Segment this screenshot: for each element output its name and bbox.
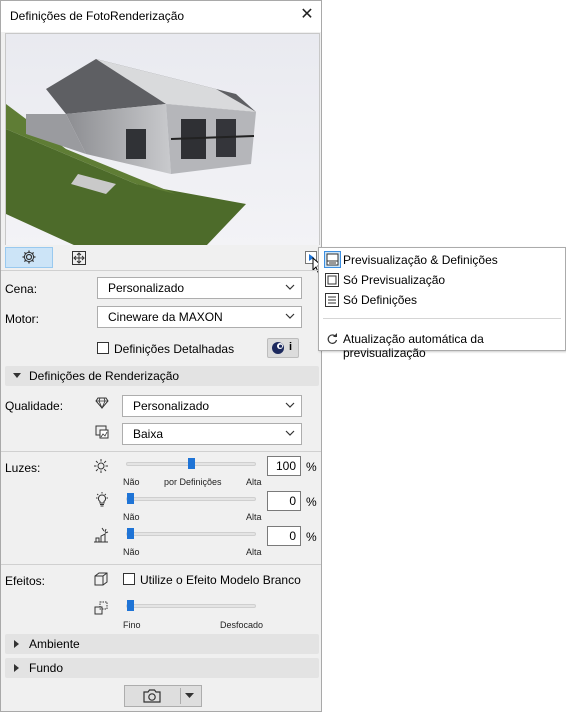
cube-icon xyxy=(94,572,108,586)
render-quality-dropdown[interactable]: Baixa xyxy=(122,423,302,445)
resize-icon xyxy=(72,251,86,265)
refresh-icon xyxy=(327,333,338,344)
menu-item-auto-update[interactable]: Atualização automática da previsualizaçã… xyxy=(323,329,563,360)
render-settings-label: Definições de Renderização xyxy=(29,369,180,383)
light-slider-min-label: Não xyxy=(123,512,140,522)
light-intensity-input[interactable]: 0 xyxy=(267,491,301,511)
glow-intensity-slider[interactable] xyxy=(126,532,256,536)
render-preview xyxy=(5,33,320,247)
title-bar: Definições de FotoRenderização ✕ xyxy=(1,1,321,32)
glow-intensity-input[interactable]: 0 xyxy=(267,526,301,546)
quality-dropdown[interactable]: Personalizado xyxy=(122,395,302,417)
scene-value: Personalizado xyxy=(108,281,185,295)
triangle-right-icon xyxy=(14,640,19,648)
chevron-down-icon[interactable] xyxy=(185,693,194,699)
engine-dropdown[interactable]: Cineware da MAXON xyxy=(97,306,302,328)
sun-icon xyxy=(94,459,108,473)
glow-intensity-unit: % xyxy=(306,530,317,544)
light-intensity-thumb[interactable] xyxy=(127,493,134,504)
info-label: i xyxy=(289,341,293,353)
menu-item-label: Só Definições xyxy=(343,293,418,307)
chevron-down-icon xyxy=(285,284,295,290)
divider xyxy=(1,270,321,271)
blur-slider[interactable] xyxy=(126,604,256,608)
window-title: Definições de FotoRenderização xyxy=(10,9,185,23)
chevron-down-icon xyxy=(285,402,295,408)
blur-slider-min-label: Fino xyxy=(123,620,141,630)
camera-icon xyxy=(143,689,161,703)
scene-dropdown[interactable]: Personalizado xyxy=(97,277,302,299)
light-intensity-unit: % xyxy=(306,495,317,509)
blur-icon xyxy=(94,601,108,615)
detailed-settings-label: Definições Detalhadas xyxy=(114,342,235,356)
tab-settings[interactable] xyxy=(5,247,53,268)
preview-and-settings-icon xyxy=(324,251,341,268)
menu-divider xyxy=(323,318,561,319)
sun-intensity-unit: % xyxy=(306,460,317,474)
menu-item-settings-only[interactable]: Só Definições xyxy=(323,290,563,310)
environment-label: Ambiente xyxy=(29,637,80,651)
close-icon[interactable]: ✕ xyxy=(297,5,317,25)
white-model-label: Utilize o Efeito Modelo Branco xyxy=(140,573,301,587)
view-options-menu: Previsualização & Definições Só Previsua… xyxy=(318,247,566,360)
preview-only-icon xyxy=(325,273,339,287)
divider xyxy=(1,451,321,452)
render-quality-value: Baixa xyxy=(133,427,164,441)
light-bulb-icon xyxy=(96,492,108,507)
divider xyxy=(180,688,181,704)
detailed-settings-checkbox[interactable] xyxy=(97,342,109,354)
render-quality-icon xyxy=(95,425,109,439)
background-label: Fundo xyxy=(29,661,64,675)
blur-slider-max-label: Desfocado xyxy=(220,620,264,630)
view-tab-bar xyxy=(1,245,324,273)
diamond-icon xyxy=(95,397,109,409)
menu-item-preview-and-settings[interactable]: Previsualização & Definições xyxy=(323,250,563,270)
chevron-down-icon xyxy=(285,313,295,319)
divider xyxy=(1,564,321,565)
lights-label: Luzes: xyxy=(5,461,41,475)
engine-info-button[interactable]: i xyxy=(267,338,299,358)
background-section-header[interactable]: Fundo xyxy=(5,658,319,678)
sun-intensity-thumb[interactable] xyxy=(188,458,195,469)
sun-slider-max-label: Alta xyxy=(246,477,262,487)
render-button[interactable] xyxy=(124,685,202,707)
render-settings-section-header[interactable]: Definições de Renderização xyxy=(5,366,319,386)
sun-slider-mid-label: por Definições xyxy=(164,477,222,487)
cinema4d-logo-icon xyxy=(272,342,284,354)
glow-intensity-thumb[interactable] xyxy=(127,528,134,539)
engine-label: Motor: xyxy=(5,312,40,326)
settings-only-icon xyxy=(325,293,339,307)
blur-thumb[interactable] xyxy=(127,600,134,611)
glow-light-icon xyxy=(94,527,109,543)
tab-size[interactable] xyxy=(55,247,103,268)
sun-intensity-input[interactable]: 100 xyxy=(267,456,301,476)
environment-section-header[interactable]: Ambiente xyxy=(5,634,319,654)
quality-label: Qualidade: xyxy=(5,399,64,413)
white-model-checkbox[interactable] xyxy=(123,573,135,585)
gear-icon xyxy=(22,250,36,264)
effects-label: Efeitos: xyxy=(5,574,46,588)
photorender-settings-window: Definições de FotoRenderização ✕ Cena: P… xyxy=(0,0,324,712)
triangle-right-icon xyxy=(14,664,19,672)
triangle-down-icon xyxy=(13,373,21,378)
menu-item-preview-only[interactable]: Só Previsualização xyxy=(323,270,563,290)
engine-value: Cineware da MAXON xyxy=(108,310,223,324)
glow-slider-max-label: Alta xyxy=(246,547,262,557)
scene-label: Cena: xyxy=(5,282,38,296)
menu-item-label: Só Previsualização xyxy=(343,273,446,287)
light-intensity-slider[interactable] xyxy=(126,497,256,501)
glow-slider-min-label: Não xyxy=(123,547,140,557)
quality-value: Personalizado xyxy=(133,399,210,413)
menu-item-label: Atualização automática da previsualizaçã… xyxy=(343,332,484,360)
house-render-image xyxy=(6,34,319,246)
light-slider-max-label: Alta xyxy=(246,512,262,522)
menu-item-label: Previsualização & Definições xyxy=(343,253,498,267)
sun-slider-min-label: Não xyxy=(123,477,140,487)
chevron-down-icon xyxy=(285,430,295,436)
